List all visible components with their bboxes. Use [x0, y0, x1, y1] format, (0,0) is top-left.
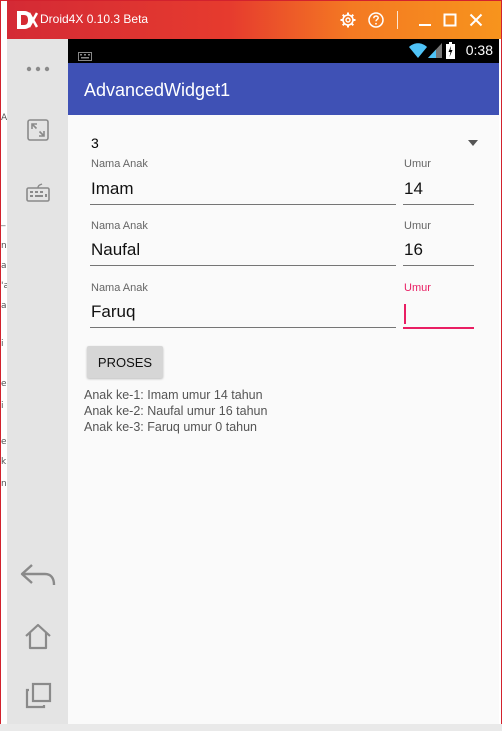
form-content: 3 Nama Anak Umur Imam 14 Nama Anak Umur …	[68, 115, 499, 725]
fullscreen-icon[interactable]	[16, 110, 60, 150]
result-line-1: Anak ke-1: Imam umur 14 tahun	[84, 388, 263, 402]
age-label-1: Umur	[404, 158, 431, 170]
text-cursor	[404, 304, 406, 324]
result-text: Anak ke-1: Imam umur 14 tahun Anak ke-2:…	[84, 387, 267, 435]
wifi-icon	[409, 43, 427, 62]
home-icon[interactable]	[16, 616, 60, 656]
name-label-3: Nama Anak	[91, 282, 148, 294]
count-spinner[interactable]: 3	[90, 133, 482, 155]
age-input-3[interactable]	[403, 301, 474, 329]
proses-button[interactable]: PROSES	[87, 346, 163, 378]
title-bar: Droid4X 0.10.3 Beta	[7, 1, 501, 39]
result-line-2: Anak ke-2: Naufal umur 16 tahun	[84, 404, 268, 418]
name-input-1[interactable]: Imam	[90, 178, 396, 205]
age-input-2[interactable]: 16	[403, 239, 474, 266]
close-icon[interactable]	[466, 9, 486, 31]
dropdown-arrow-icon	[468, 140, 478, 146]
age-label-2: Umur	[404, 220, 431, 232]
keyboard-icon[interactable]	[16, 172, 60, 212]
android-status-bar: 0:38	[68, 39, 499, 63]
back-icon[interactable]	[16, 555, 60, 595]
help-icon[interactable]	[366, 9, 386, 31]
droid4x-logo-icon	[16, 10, 39, 30]
page-title: AdvancedWidget1	[84, 80, 231, 100]
maximize-icon[interactable]	[440, 9, 460, 31]
age-input-1[interactable]: 14	[403, 178, 474, 205]
titlebar-divider	[397, 11, 398, 29]
emulator-sidebar	[7, 39, 68, 725]
app-action-bar: AdvancedWidget1	[68, 63, 499, 115]
window-title: Droid4X 0.10.3 Beta	[40, 12, 149, 26]
more-dots-icon[interactable]	[16, 49, 60, 89]
emulator-window: A _ n a 'a a i e i e k n Droid4X 0.10.3 …	[0, 0, 502, 731]
battery-icon	[446, 42, 455, 63]
signal-icon	[428, 43, 442, 62]
minimize-icon[interactable]	[415, 9, 435, 31]
name-input-3[interactable]: Faruq	[90, 301, 396, 328]
name-label-1: Nama Anak	[91, 158, 148, 170]
spinner-selected-value: 3	[91, 135, 99, 151]
recent-apps-icon[interactable]	[16, 676, 60, 716]
window-bottom-edge	[0, 724, 502, 731]
name-input-2[interactable]: Naufal	[90, 239, 396, 266]
name-label-2: Nama Anak	[91, 220, 148, 232]
age-label-3: Umur	[404, 282, 431, 294]
settings-gear-icon[interactable]	[338, 9, 358, 31]
result-line-3: Anak ke-3: Faruq umur 0 tahun	[84, 420, 258, 434]
status-time: 0:38	[465, 42, 493, 58]
